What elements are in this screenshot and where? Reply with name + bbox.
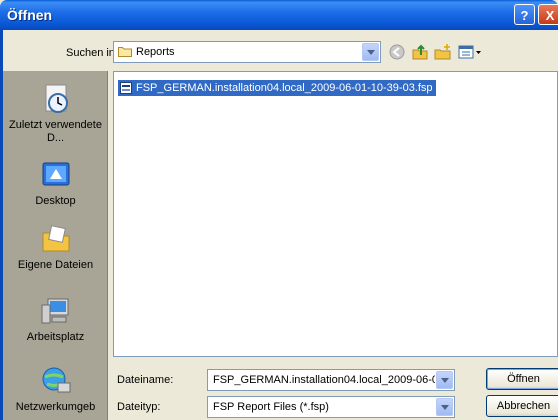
my-documents-icon — [42, 225, 69, 252]
filename-dropdown-button[interactable] — [436, 371, 453, 389]
lookin-label: Suchen in: — [66, 47, 118, 59]
lookin-value: Reports — [136, 46, 175, 58]
places-bar: Zuletzt verwendete D... Desktop Eigene D… — [3, 71, 108, 420]
file-list[interactable]: FSP_GERMAN.installation04.local_2009-06-… — [113, 71, 558, 357]
filename-label: Dateiname: — [117, 374, 174, 386]
lookin-combobox[interactable]: Reports — [113, 41, 381, 63]
open-button[interactable]: Öffnen — [486, 368, 558, 390]
recent-documents-icon — [45, 84, 68, 113]
place-label: Desktop — [35, 195, 76, 207]
place-label: Zuletzt verwendete D... — [9, 119, 102, 144]
back-icon[interactable] — [388, 43, 406, 61]
place-label: Arbeitsplatz — [26, 331, 85, 343]
file-name: FSP_GERMAN.installation04.local_2009-06-… — [136, 82, 433, 94]
fsp-file-icon — [120, 82, 132, 94]
new-folder-icon[interactable] — [434, 43, 452, 61]
folder-icon — [118, 47, 132, 57]
place-recent[interactable]: Zuletzt verwendete D... — [3, 83, 108, 145]
close-button[interactable]: X — [538, 4, 558, 25]
cancel-button[interactable]: Abbrechen — [486, 395, 558, 417]
filetype-value: FSP Report Files (*.fsp) — [213, 401, 329, 413]
place-my-documents[interactable]: Eigene Dateien — [3, 223, 108, 272]
filetype-dropdown-button[interactable] — [436, 398, 453, 416]
desktop-icon — [42, 162, 69, 186]
views-menu-icon[interactable] — [457, 43, 483, 61]
title-bar[interactable]: Öffnen ? X — [0, 0, 558, 30]
window-title: Öffnen — [7, 7, 53, 23]
filetype-label: Dateityp: — [117, 401, 161, 413]
place-label: Netzwerkumgeb — [15, 401, 96, 413]
filename-combobox[interactable]: FSP_GERMAN.installation04.local_2009-06-… — [207, 369, 455, 391]
network-places-icon — [42, 367, 70, 393]
help-button[interactable]: ? — [514, 4, 535, 25]
file-item-selected[interactable]: FSP_GERMAN.installation04.local_2009-06-… — [118, 80, 436, 96]
filename-input[interactable]: FSP_GERMAN.installation04.local_2009-06-… — [213, 374, 435, 386]
my-computer-icon — [41, 298, 68, 324]
place-label: Eigene Dateien — [17, 259, 94, 271]
place-network[interactable]: Netzwerkumgeb — [3, 365, 108, 414]
up-folder-icon[interactable] — [411, 43, 429, 61]
place-desktop[interactable]: Desktop — [3, 159, 108, 208]
lookin-dropdown-button[interactable] — [362, 43, 379, 61]
filetype-combobox[interactable]: FSP Report Files (*.fsp) — [207, 396, 455, 418]
place-my-computer[interactable]: Arbeitsplatz — [3, 295, 108, 344]
